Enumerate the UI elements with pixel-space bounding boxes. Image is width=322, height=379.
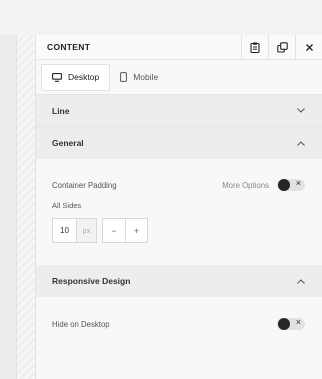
padding-field[interactable]: 10 px [52,218,97,243]
more-options-toggle[interactable]: × [277,178,305,191]
all-sides-row: All Sides [36,201,98,210]
section-general-title: General [52,138,84,148]
decrement-button[interactable]: − [103,219,125,242]
tab-desktop[interactable]: Desktop [41,63,111,91]
device-tabs: Desktop Mobile [36,60,322,95]
all-sides-label: All Sides [52,201,82,210]
section-general-header[interactable]: General [36,127,322,159]
section-general-body: Container Padding More Options × All Sid… [36,159,322,265]
container-padding-label: Container Padding [52,180,117,190]
toggle-off-icon: × [295,317,301,327]
content-panel: CONTENT Desktop Mobile Line General Cont… [35,34,322,379]
section-responsive-header[interactable]: Responsive Design [36,265,322,297]
padding-inputs: 10 px − + [36,218,148,243]
section-responsive-title: Responsive Design [52,276,131,286]
section-responsive-body: Hide on Desktop × [36,297,322,377]
chevron-down-icon [297,108,305,113]
section-line-title: Line [52,105,70,116]
more-options-link[interactable]: More Options [222,181,269,190]
section-line-header[interactable]: Line [36,95,322,127]
toggle-knob [278,318,290,330]
panel-title: CONTENT [47,42,91,52]
increment-button[interactable]: + [125,219,147,242]
duplicate-button[interactable] [268,34,295,60]
paste-button[interactable] [241,34,268,60]
toggle-off-icon: × [295,178,301,188]
close-button[interactable] [295,34,322,60]
clipboard-icon [250,42,260,53]
container-padding-row: Container Padding More Options × [36,178,322,191]
chevron-up-icon [297,278,305,284]
canvas-area [0,35,17,379]
padding-stepper: − + [102,218,148,243]
tab-mobile[interactable]: Mobile [110,64,168,91]
panel-header: CONTENT [36,34,322,60]
hide-on-desktop-toggle[interactable]: × [277,317,305,330]
tab-mobile-label: Mobile [133,72,159,82]
phone-icon [120,72,128,82]
monitor-icon [52,72,62,82]
canvas-edge [17,35,35,379]
chevron-up-icon [297,140,305,146]
padding-unit[interactable]: px [76,219,96,242]
duplicate-icon [276,41,288,53]
close-icon [305,43,313,51]
tab-desktop-label: Desktop [68,72,100,82]
hide-on-desktop-label: Hide on Desktop [52,319,110,329]
toggle-knob [278,179,290,191]
hide-on-desktop-row: Hide on Desktop × [36,317,322,330]
padding-value[interactable]: 10 [53,219,76,242]
